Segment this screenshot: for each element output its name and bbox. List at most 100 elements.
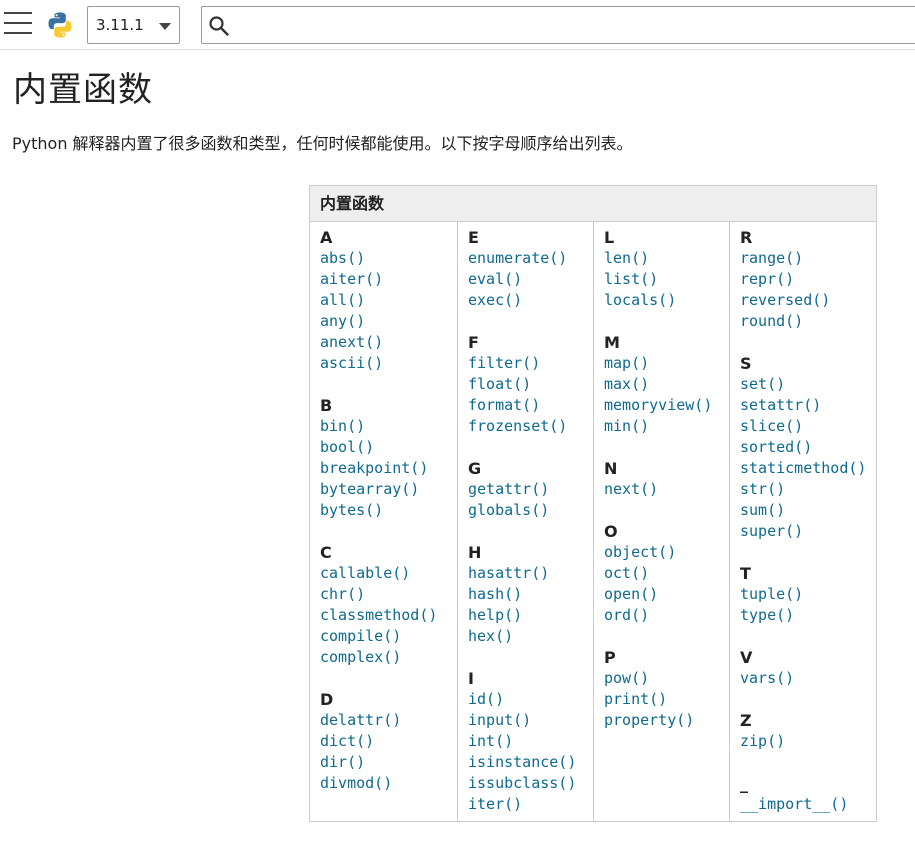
letter-heading: C xyxy=(320,543,332,562)
function-link[interactable]: callable() xyxy=(320,563,458,584)
function-link[interactable]: delattr() xyxy=(320,710,458,731)
function-link[interactable]: help() xyxy=(468,605,594,626)
function-link[interactable]: enumerate() xyxy=(468,248,594,269)
function-link[interactable]: sorted() xyxy=(740,437,877,458)
function-link[interactable]: property() xyxy=(604,710,730,731)
function-link[interactable]: compile() xyxy=(320,626,458,647)
function-link[interactable]: anext() xyxy=(320,332,458,353)
function-link[interactable]: filter() xyxy=(468,353,594,374)
function-link[interactable]: __import__() xyxy=(740,794,877,815)
function-link[interactable]: super() xyxy=(740,521,877,542)
function-link[interactable]: pow() xyxy=(604,668,730,689)
function-link[interactable]: oct() xyxy=(604,563,730,584)
function-link[interactable]: print() xyxy=(604,689,730,710)
python-logo-icon xyxy=(48,12,72,38)
function-link[interactable]: breakpoint() xyxy=(320,458,458,479)
function-link[interactable]: object() xyxy=(604,542,730,563)
function-link[interactable]: list() xyxy=(604,269,730,290)
function-link[interactable]: staticmethod() xyxy=(740,458,877,479)
letter-group-d: Ddelattr() dict() dir() divmod() xyxy=(320,689,458,794)
function-link[interactable]: float() xyxy=(468,374,594,395)
letter-heading: S xyxy=(740,354,752,373)
function-link[interactable]: all() xyxy=(320,290,458,311)
letter-heading: A xyxy=(320,228,333,247)
function-link[interactable]: setattr() xyxy=(740,395,877,416)
function-link[interactable]: input() xyxy=(468,710,594,731)
function-link[interactable]: bool() xyxy=(320,437,458,458)
function-link[interactable]: hex() xyxy=(468,626,594,647)
letter-group-h: Hhasattr() hash() help() hex() xyxy=(468,542,594,647)
function-link[interactable]: format() xyxy=(468,395,594,416)
letter-group-g: Ggetattr() globals() xyxy=(468,458,594,521)
letter-heading: _ xyxy=(740,774,748,793)
function-link[interactable]: frozenset() xyxy=(468,416,594,437)
function-link[interactable]: divmod() xyxy=(320,773,458,794)
function-link[interactable]: vars() xyxy=(740,668,877,689)
table-header: 内置函数 xyxy=(310,186,876,222)
letter-group-t: Ttuple() type() xyxy=(740,563,877,626)
function-link[interactable]: range() xyxy=(740,248,877,269)
function-link[interactable]: any() xyxy=(320,311,458,332)
search-input[interactable] xyxy=(236,7,900,45)
function-link[interactable]: len() xyxy=(604,248,730,269)
function-link[interactable]: globals() xyxy=(468,500,594,521)
version-select[interactable]: 3.11.1 xyxy=(87,6,180,44)
function-link[interactable]: min() xyxy=(604,416,730,437)
function-link[interactable]: set() xyxy=(740,374,877,395)
function-link[interactable]: map() xyxy=(604,353,730,374)
function-link[interactable]: isinstance() xyxy=(468,752,594,773)
function-link[interactable]: dict() xyxy=(320,731,458,752)
function-link[interactable]: tuple() xyxy=(740,584,877,605)
function-link[interactable]: hash() xyxy=(468,584,594,605)
letter-group-underscore: _ __import__() xyxy=(740,773,877,815)
function-link[interactable]: bytes() xyxy=(320,500,458,521)
function-link[interactable]: reversed() xyxy=(740,290,877,311)
letter-heading: B xyxy=(320,396,333,415)
function-link[interactable]: locals() xyxy=(604,290,730,311)
function-link[interactable]: zip() xyxy=(740,731,877,752)
letter-group-a: Aabs() aiter() all() any() anext() ascii() xyxy=(320,227,458,374)
function-link[interactable]: chr() xyxy=(320,584,458,605)
search-box[interactable] xyxy=(201,6,915,45)
letter-heading: Z xyxy=(740,711,752,730)
letter-group-o: Oobject() oct() open() ord() xyxy=(604,521,730,626)
function-link[interactable]: iter() xyxy=(468,794,594,815)
function-link[interactable]: ord() xyxy=(604,605,730,626)
function-link[interactable]: bytearray() xyxy=(320,479,458,500)
menu-icon[interactable] xyxy=(4,12,32,36)
function-link[interactable]: getattr() xyxy=(468,479,594,500)
letter-heading: O xyxy=(604,522,618,541)
table-column: Llen() list() locals() Mmap() max() memoryvie… xyxy=(593,222,730,821)
function-link[interactable]: int() xyxy=(468,731,594,752)
function-link[interactable]: exec() xyxy=(468,290,594,311)
letter-heading: G xyxy=(468,459,482,478)
function-link[interactable]: abs() xyxy=(320,248,458,269)
letter-heading: L xyxy=(604,228,615,247)
function-link[interactable]: slice() xyxy=(740,416,877,437)
letter-heading: F xyxy=(468,333,479,352)
letter-group-i: Iid() input() int() isinstance() issubclass(… xyxy=(468,668,594,815)
function-link[interactable]: classmethod() xyxy=(320,605,458,626)
function-link[interactable]: type() xyxy=(740,605,877,626)
function-link[interactable]: issubclass() xyxy=(468,773,594,794)
function-link[interactable]: bin() xyxy=(320,416,458,437)
function-link[interactable]: eval() xyxy=(468,269,594,290)
function-link[interactable]: hasattr() xyxy=(468,563,594,584)
function-link[interactable]: next() xyxy=(604,479,730,500)
table-body: Aabs() aiter() all() any() anext() ascii() Bbi… xyxy=(310,222,876,821)
function-link[interactable]: open() xyxy=(604,584,730,605)
function-link[interactable]: id() xyxy=(468,689,594,710)
function-link[interactable]: sum() xyxy=(740,500,877,521)
function-link[interactable]: memoryview() xyxy=(604,395,730,416)
function-link[interactable]: max() xyxy=(604,374,730,395)
function-link[interactable]: ascii() xyxy=(320,353,458,374)
function-link[interactable]: repr() xyxy=(740,269,877,290)
function-link[interactable]: dir() xyxy=(320,752,458,773)
search-icon xyxy=(209,16,229,36)
table-column: Rrange() repr() reversed() round() Sset() set… xyxy=(729,222,877,821)
function-link[interactable]: complex() xyxy=(320,647,458,668)
letter-group-c: Ccallable() chr() classmethod() compile() co… xyxy=(320,542,458,668)
function-link[interactable]: aiter() xyxy=(320,269,458,290)
function-link[interactable]: round() xyxy=(740,311,877,332)
function-link[interactable]: str() xyxy=(740,479,877,500)
